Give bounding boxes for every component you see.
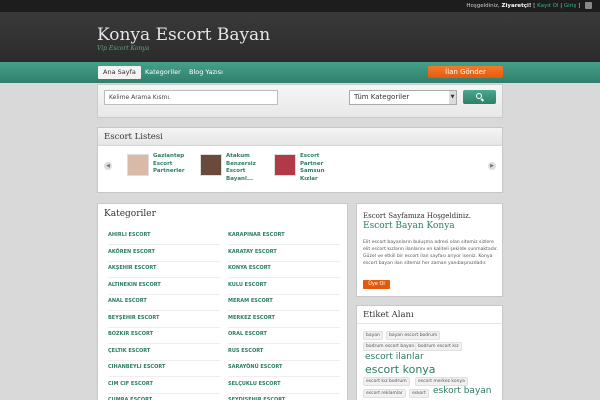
tag-item[interactable]: bayan escort bodrum: [386, 331, 441, 340]
tag-item[interactable]: escort reklamlar: [363, 389, 406, 398]
escort-thumbnail[interactable]: [200, 154, 222, 176]
category-link[interactable]: RUS ESCORT: [228, 344, 340, 361]
escort-list-title: Escort Listesi: [98, 128, 502, 146]
search-icon: [476, 93, 482, 99]
nav-item-categories[interactable]: Kategoriler: [140, 66, 186, 79]
category-link[interactable]: MERKEZ ESCORT: [228, 311, 340, 328]
welcome-panel: Escort Sayfamıza Hoşgeldiniz. Escort Bay…: [356, 203, 503, 297]
category-link[interactable]: SEYDIŞEHIR ESCORT: [228, 393, 340, 400]
categories-title: Kategoriler: [98, 204, 347, 224]
category-link[interactable]: AHIRLI ESCORT: [108, 228, 220, 245]
category-select[interactable]: Tüm Kategoriler ▼: [349, 90, 457, 105]
site-header: Konya Escort Bayan Vip Escort Konya: [0, 12, 600, 62]
category-link[interactable]: BOZKIR ESCORT: [108, 327, 220, 344]
category-link[interactable]: KARATAY ESCORT: [228, 245, 340, 262]
escort-name[interactable]: Escort Partner Samsun Kızlar: [300, 153, 342, 183]
site-subtitle: Vip Escort Konya: [97, 45, 150, 52]
signup-button[interactable]: Üye Ol: [363, 280, 390, 289]
category-link[interactable]: CIHANBEYLI ESCORT: [108, 360, 220, 377]
welcome-line2: Escort Bayan Konya: [363, 221, 455, 231]
category-link[interactable]: CUMRA ESCORT: [108, 393, 220, 400]
register-link[interactable]: Kayıt Ol: [537, 3, 558, 9]
category-link[interactable]: KARAPINAR ESCORT: [228, 228, 340, 245]
user-name: Ziyaretçi!: [501, 3, 532, 9]
carousel-prev-icon[interactable]: ◀: [104, 162, 112, 170]
tag-item[interactable]: escort ilanlar: [363, 352, 426, 362]
site-title[interactable]: Konya Escort Bayan: [97, 25, 270, 45]
category-link[interactable]: BEYŞEHIR ESCORT: [108, 311, 220, 328]
search-bar: Kelime Arama Kısmı. Tüm Kategoriler ▼: [97, 84, 503, 118]
category-link[interactable]: SARAYÖNÜ ESCORT: [228, 360, 340, 377]
search-button[interactable]: [463, 90, 496, 104]
categories-panel: Kategoriler AHIRLI ESCORT AKÖREN ESCORT AK…: [97, 203, 348, 400]
category-link[interactable]: KONYA ESCORT: [228, 261, 340, 278]
escort-name[interactable]: Atakum Benzersiz Escort Bayanl...: [226, 153, 268, 183]
tags-title: Etiket Alanı: [357, 306, 502, 324]
tags-panel: Etiket Alanı bayan bayan escort bodrum b…: [356, 305, 503, 400]
carousel-next-icon[interactable]: ▶: [488, 162, 496, 170]
tag-item[interactable]: eskort: [409, 389, 429, 398]
login-link[interactable]: Giriş: [564, 3, 576, 9]
rss-icon[interactable]: [585, 2, 592, 9]
tag-item[interactable]: escort kız bodrum: [363, 377, 410, 386]
top-bar: Hoşgeldiniz, Ziyaretçi! [ Kayıt Ol | Gir…: [0, 0, 600, 12]
category-link[interactable]: MERAM ESCORT: [228, 294, 340, 311]
tag-item[interactable]: bodrum escort bayan: [363, 342, 418, 351]
tag-item[interactable]: bodrum escort kız: [415, 342, 462, 351]
category-link[interactable]: CIM CIF ESCORT: [108, 377, 220, 394]
category-select-value: Tüm Kategoriler: [354, 93, 410, 101]
escort-thumbnail[interactable]: [274, 154, 296, 176]
tag-item[interactable]: eskort bayan: [431, 386, 494, 396]
category-link[interactable]: KULU ESCORT: [228, 278, 340, 295]
category-link[interactable]: SELÇUKLU ESCORT: [228, 377, 340, 394]
category-link[interactable]: ALTINEKIN ESCORT: [108, 278, 220, 295]
category-link[interactable]: ÇELTIK ESCORT: [108, 344, 220, 361]
tag-item[interactable]: bayan: [363, 331, 383, 340]
welcome-body: Elit escort bayanların buluşma adresi ol…: [363, 240, 498, 266]
escort-list-panel: Escort Listesi ◀ Gaziantep Escort Partne…: [97, 127, 503, 193]
welcome-line1: Escort Sayfamıza Hoşgeldiniz.: [363, 212, 472, 220]
chevron-down-icon: ▼: [449, 91, 456, 104]
category-link[interactable]: AKÖREN ESCORT: [108, 245, 220, 262]
greeting-text: Hoşgeldiniz,: [466, 3, 502, 9]
category-link[interactable]: ANAL ESCORT: [108, 294, 220, 311]
category-link[interactable]: ORAL ESCORT: [228, 327, 340, 344]
escort-name[interactable]: Gaziantep Escort Partnerler: [153, 153, 195, 176]
escort-thumbnail[interactable]: [127, 154, 149, 176]
tag-item[interactable]: escort konya: [363, 363, 438, 376]
main-nav: Ana Sayfa Kategoriler Blog Yazısı İlan G…: [0, 62, 600, 83]
search-input[interactable]: Kelime Arama Kısmı.: [104, 90, 278, 105]
nav-item-home[interactable]: Ana Sayfa: [98, 66, 141, 79]
send-ad-button[interactable]: İlan Gönder: [428, 66, 503, 78]
category-link[interactable]: AKŞEHIR ESCORT: [108, 261, 220, 278]
tag-item[interactable]: escort merkez konya: [415, 377, 468, 386]
nav-item-blog[interactable]: Blog Yazısı: [184, 66, 228, 79]
